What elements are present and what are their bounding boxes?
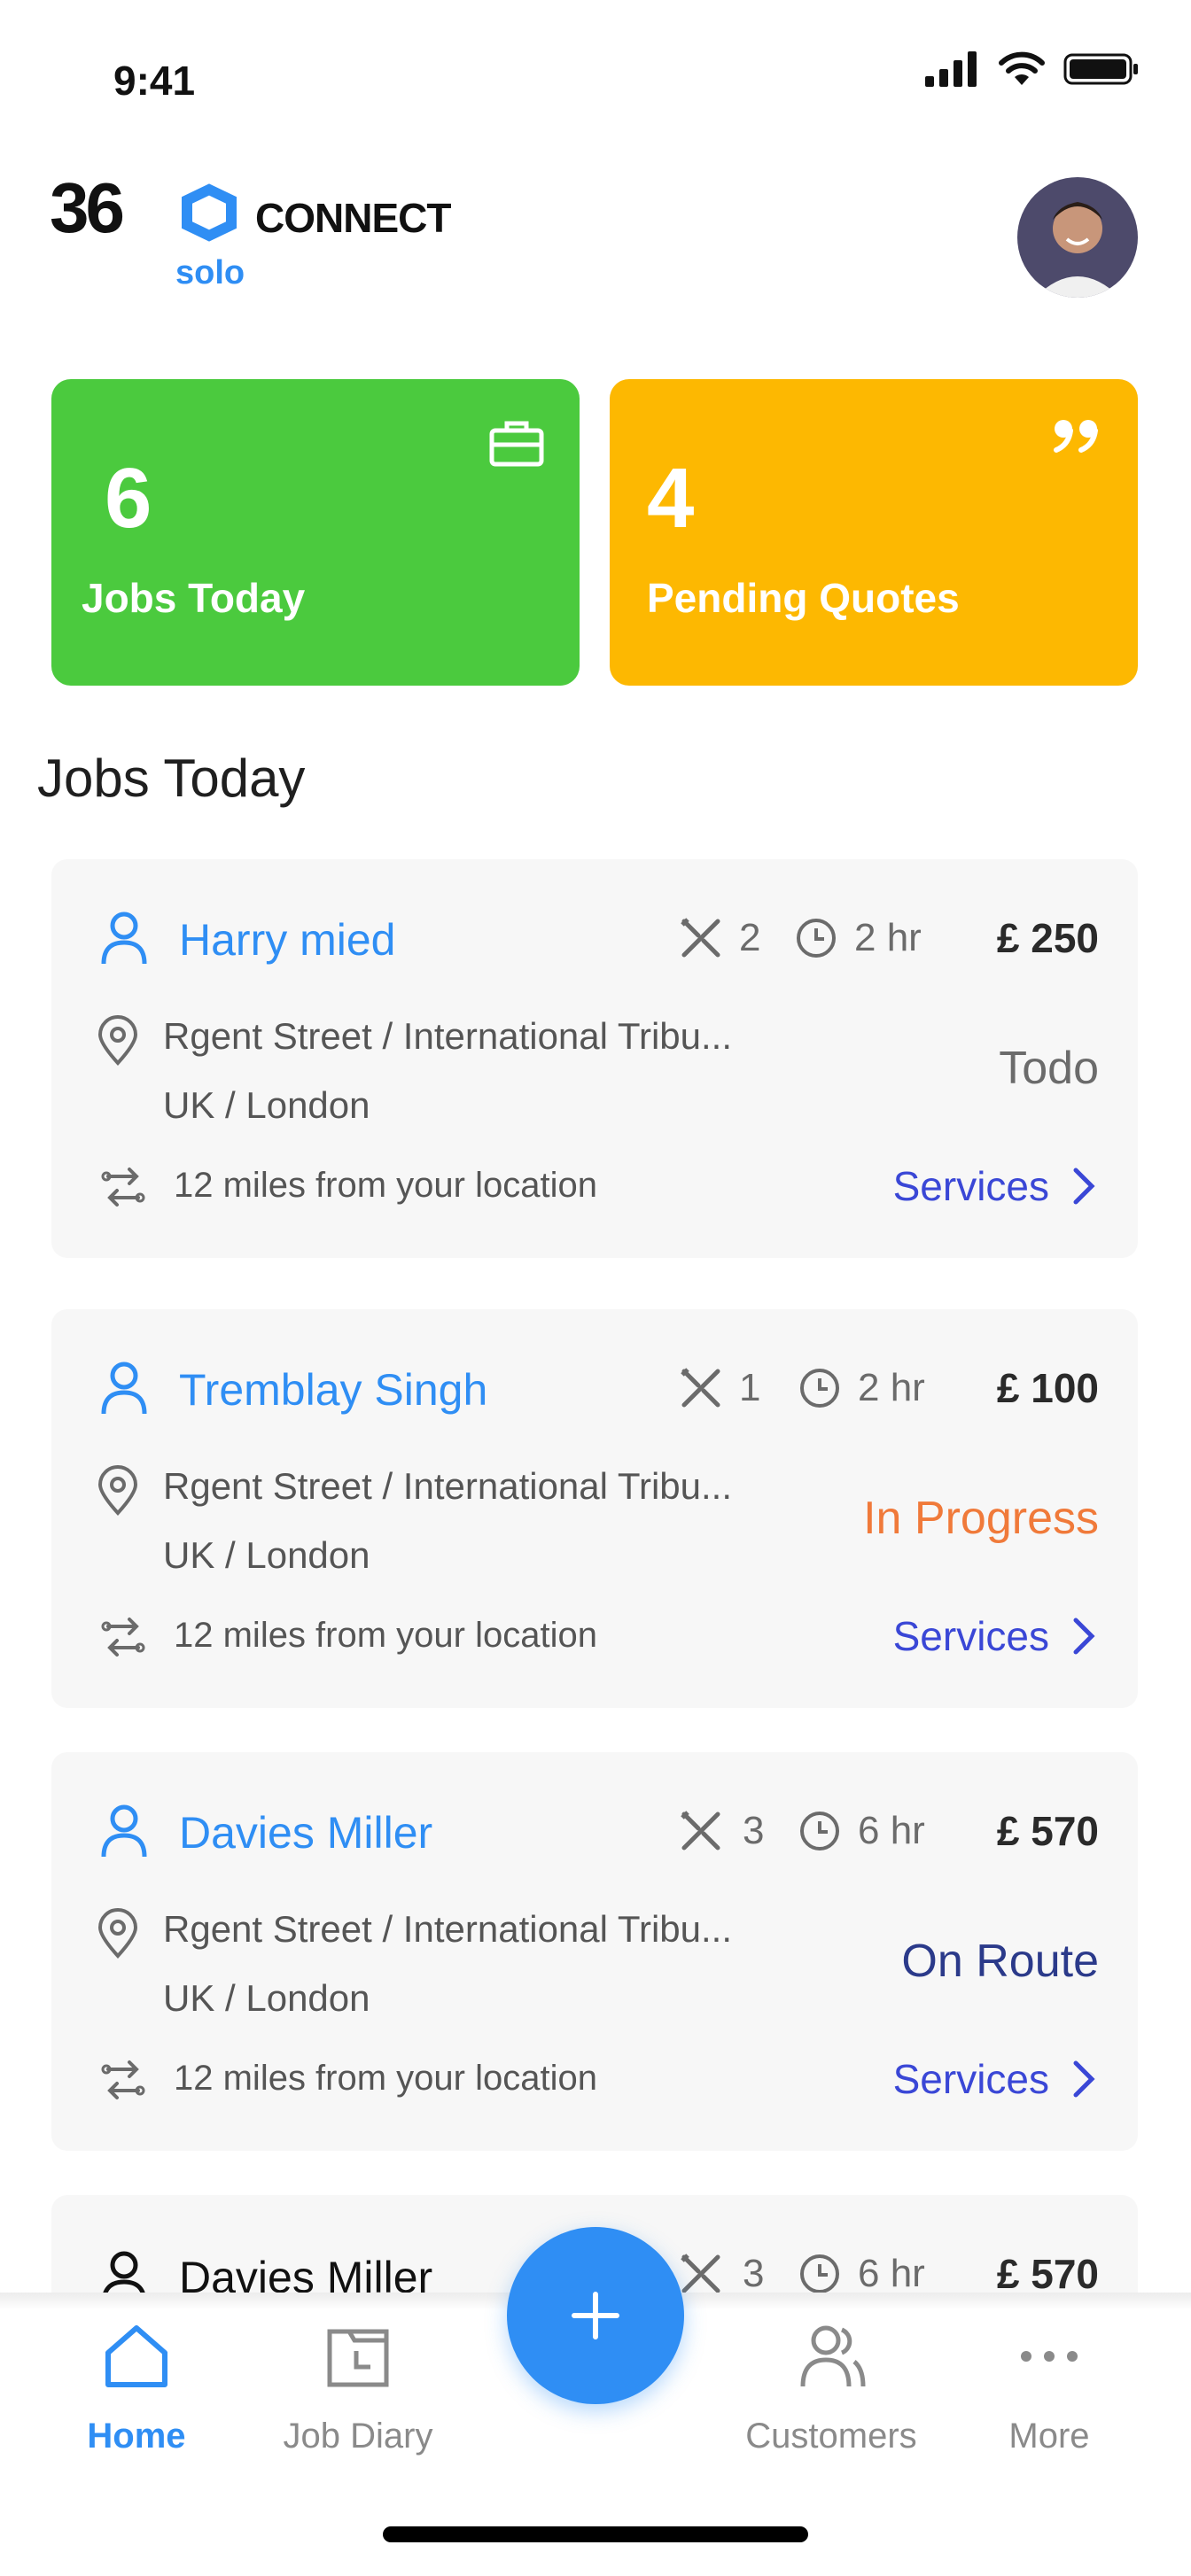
home-indicator — [383, 2526, 808, 2542]
person-icon — [101, 1804, 147, 1863]
address-line-2: UK / London — [163, 1084, 370, 1126]
job-card[interactable]: Davies Miller 3 6 hr £ 570 Rgent Street … — [51, 1752, 1138, 2151]
battery-icon — [1063, 53, 1138, 85]
location-pin-icon — [96, 1465, 140, 1521]
customers-icon — [725, 2321, 938, 2392]
section-title: Jobs Today — [37, 749, 306, 808]
clock-icon — [798, 1809, 842, 1858]
person-icon — [101, 2250, 147, 2293]
distance-text: 12 miles from your location — [174, 2059, 597, 2098]
add-button[interactable] — [507, 2227, 684, 2404]
distance-text: 12 miles from your location — [174, 1616, 597, 1655]
customer-name[interactable]: Davies Miller — [179, 1807, 432, 1858]
quote-icon — [1053, 418, 1102, 458]
address-line-1: Rgent Street / International Tribu... — [163, 1465, 733, 1507]
job-card[interactable]: Harry mied 2 2 hr £ 250 Rgent Street / I… — [51, 859, 1138, 1258]
pending-quotes-count: 4 — [647, 451, 695, 546]
services-label: Services — [892, 1163, 1049, 1209]
job-price: £ 570 — [996, 2251, 1099, 2293]
person-icon — [101, 911, 147, 970]
svg-text:solo: solo — [175, 254, 245, 291]
location-pin-icon — [96, 1908, 140, 1964]
chevron-right-icon — [1073, 1168, 1095, 1205]
clock-icon — [794, 916, 838, 965]
job-price: £ 250 — [996, 915, 1099, 961]
clock-icon — [798, 2252, 842, 2293]
distance-text: 12 miles from your location — [174, 1166, 597, 1205]
job-status: In Progress — [863, 1493, 1099, 1544]
plus-icon — [572, 2292, 619, 2339]
services-link[interactable]: Services — [893, 1612, 1095, 1660]
customer-name[interactable]: Tremblay Singh — [179, 1364, 487, 1416]
tools-icon — [679, 916, 723, 965]
tools-count: 1 — [739, 1366, 761, 1409]
jobs-today-label: Jobs Today — [82, 575, 306, 621]
location-pin-icon — [96, 1015, 140, 1071]
briefcase-icon — [489, 418, 544, 472]
status-bar: 9:41 — [0, 0, 1191, 142]
services-label: Services — [892, 2056, 1049, 2102]
address-line-2: UK / London — [163, 1534, 370, 1576]
tools-icon — [679, 2252, 723, 2293]
job-duration: 2 hr — [858, 1366, 925, 1409]
nav-label: More — [1008, 2417, 1090, 2456]
job-duration: 2 hr — [854, 916, 922, 959]
route-icon — [101, 1614, 145, 1664]
nav-label: Home — [87, 2417, 186, 2456]
job-status: On Route — [901, 1936, 1099, 1987]
svg-text:CONNECT: CONNECT — [255, 195, 451, 241]
services-link[interactable]: Services — [893, 1162, 1095, 1210]
nav-label: Customers — [745, 2417, 917, 2456]
app-header: 36 CONNECT solo — [0, 168, 1191, 310]
job-duration: 6 hr — [858, 1809, 925, 1852]
status-icons — [925, 51, 1140, 87]
job-price: £ 570 — [996, 1808, 1099, 1854]
pending-quotes-card[interactable]: 4 Pending Quotes — [610, 379, 1138, 686]
route-icon — [101, 1164, 145, 1214]
address-line-1: Rgent Street / International Tribu... — [163, 1015, 733, 1057]
tools-icon — [679, 1366, 723, 1415]
tools-count: 3 — [743, 2252, 765, 2293]
services-label: Services — [892, 1613, 1049, 1659]
job-duration: 6 hr — [858, 2252, 925, 2293]
tools-count: 2 — [739, 916, 761, 959]
home-icon — [30, 2321, 243, 2392]
chevron-right-icon — [1073, 2060, 1095, 2098]
tools-icon — [679, 1809, 723, 1858]
tools-count: 3 — [743, 1809, 765, 1852]
jobs-today-card[interactable]: 6 Jobs Today — [51, 379, 580, 686]
pending-quotes-label: Pending Quotes — [647, 575, 960, 621]
app-logo: 36 CONNECT solo — [50, 168, 510, 301]
svg-text:36: 36 — [50, 177, 122, 247]
route-icon — [101, 2057, 145, 2107]
status-time: 9:41 — [113, 58, 196, 104]
calendar-icon — [252, 2321, 464, 2392]
chevron-right-icon — [1073, 1618, 1095, 1655]
address-line-2: UK / London — [163, 1977, 370, 2019]
signal-icon — [925, 51, 977, 87]
more-icon — [943, 2321, 1156, 2392]
avatar[interactable] — [1017, 177, 1138, 298]
services-link[interactable]: Services — [893, 2055, 1095, 2103]
address-line-1: Rgent Street / International Tribu... — [163, 1908, 733, 1950]
job-status: Todo — [999, 1043, 1099, 1094]
nav-label: Job Diary — [283, 2417, 433, 2456]
customer-name[interactable]: Davies Miller — [179, 2252, 432, 2293]
job-card[interactable]: Tremblay Singh 1 2 hr £ 100 Rgent Street… — [51, 1309, 1138, 1708]
clock-icon — [798, 1366, 842, 1415]
jobs-today-count: 6 — [105, 451, 152, 546]
person-icon — [101, 1361, 147, 1420]
customer-name[interactable]: Harry mied — [179, 914, 395, 966]
job-price: £ 100 — [996, 1365, 1099, 1411]
wifi-icon — [999, 51, 1045, 85]
